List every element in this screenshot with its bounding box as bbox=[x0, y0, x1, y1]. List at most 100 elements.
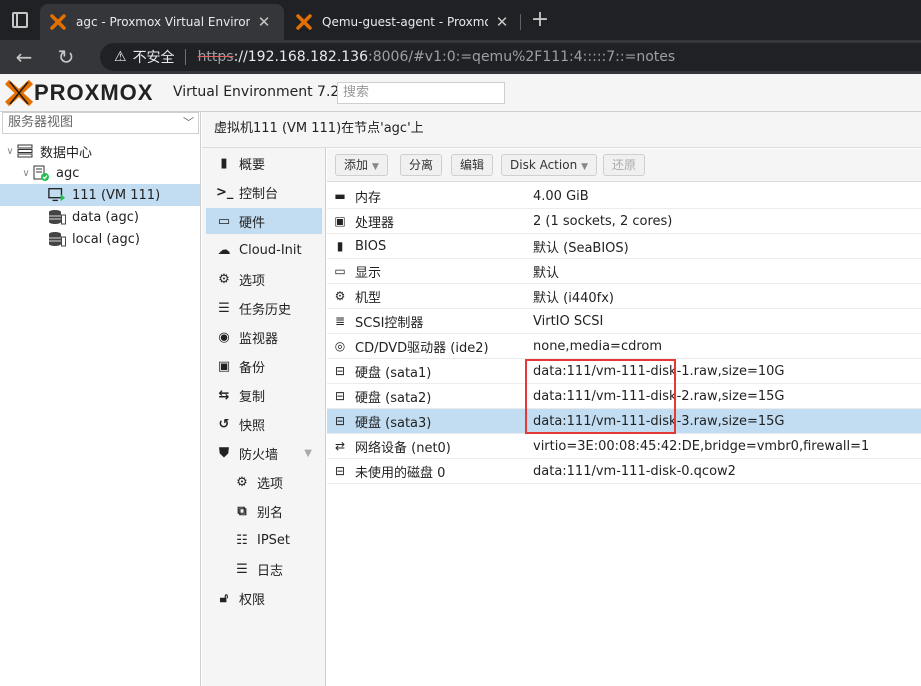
tree-item-label: agc bbox=[56, 165, 80, 181]
hardware-value: 默认 (i440fx) bbox=[533, 290, 614, 306]
proxmox-x-logo-icon bbox=[4, 80, 34, 106]
nav-item-firewall-alias[interactable]: ⧉ 别名 bbox=[206, 498, 322, 524]
url-path: :8006/#v1:0:=qemu%2F111:4:::::7::=notes bbox=[368, 49, 676, 65]
collapse-arrow-icon[interactable]: ∨ bbox=[20, 168, 32, 179]
hardware-key: 机型 bbox=[355, 290, 382, 306]
hardware-key: BIOS bbox=[355, 238, 387, 254]
tree-item-storage-data[interactable]: data (agc) bbox=[0, 206, 200, 228]
hardware-row-cpu[interactable]: ▣ 处理器 2 (1 sockets, 2 cores) bbox=[327, 209, 921, 234]
vm-config-nav: ▮ 概要 >_ 控制台 ▭ 硬件 ☁ Cloud-Init ⚙ 选项 ☰ 任务历… bbox=[202, 148, 326, 686]
url-field[interactable]: ⚠ 不安全 https://192.168.182.136:8006/#v1:0… bbox=[100, 43, 921, 71]
tree-item-datacenter[interactable]: ∨ 数据中心 bbox=[0, 140, 200, 162]
add-button[interactable]: 添加 ▼ bbox=[335, 154, 388, 176]
browser-tab-active[interactable]: agc - Proxmox Virtual Environment ✕ bbox=[40, 4, 284, 40]
unlock-icon: 🔓︎ bbox=[219, 590, 229, 606]
nav-item-summary[interactable]: ▮ 概要 bbox=[206, 150, 322, 176]
eye-icon: ◉ bbox=[218, 329, 230, 345]
memory-icon: ▬ bbox=[334, 189, 346, 203]
list-icon: ☰ bbox=[236, 561, 248, 577]
logo-text: PROXMOX bbox=[34, 80, 154, 105]
hardware-value: VirtIO SCSI bbox=[533, 313, 604, 329]
nav-item-snapshots[interactable]: ↺ 快照 bbox=[206, 411, 322, 437]
gear-icon: ⚙ bbox=[218, 271, 230, 287]
external-link-icon: ⧉ bbox=[237, 503, 247, 519]
revert-button[interactable]: 还原 bbox=[603, 154, 646, 176]
nav-item-firewall-ipset[interactable]: ☷ IPSet bbox=[206, 527, 322, 553]
hardware-row-network[interactable]: ⇄ 网络设备 (net0) virtio=3E:00:08:45:42:DE,b… bbox=[327, 434, 921, 459]
nav-item-firewall-options[interactable]: ⚙ 选项 bbox=[206, 469, 322, 495]
omnibox-divider bbox=[184, 49, 186, 65]
nav-item-label: 别名 bbox=[257, 505, 284, 521]
tree-item-label: local (agc) bbox=[72, 231, 140, 247]
new-tab-icon[interactable]: + bbox=[528, 8, 552, 32]
hardware-key: 硬盘 (sata3) bbox=[355, 415, 432, 431]
security-status[interactable]: 不安全 bbox=[133, 47, 175, 67]
back-arrow-icon[interactable]: ← bbox=[10, 44, 38, 72]
hardware-value: virtio=3E:00:08:45:42:DE,bridge=vmbr0,fi… bbox=[533, 438, 870, 454]
list-ol-icon: ☷ bbox=[236, 532, 248, 548]
hardware-grid: ▬ 内存 4.00 GiB ▣ 处理器 2 (1 sockets, 2 core… bbox=[327, 184, 921, 484]
nav-item-label: 权限 bbox=[239, 592, 266, 608]
reload-icon[interactable]: ↻ bbox=[52, 44, 80, 72]
floppy-icon: ▣ bbox=[217, 358, 231, 374]
monitor-icon: ▭ bbox=[217, 213, 231, 229]
hardware-toolbar: 添加 ▼ 分离 编辑 Disk Action ▼ 还原 bbox=[327, 149, 921, 182]
product-version: Virtual Environment 7.2-3 bbox=[173, 84, 354, 100]
nav-item-label: 防火墙 bbox=[239, 447, 279, 463]
detach-button[interactable]: 分离 bbox=[400, 154, 443, 176]
collapse-arrow-icon[interactable]: ▼ bbox=[304, 448, 312, 459]
hardware-row-machine[interactable]: ⚙ 机型 默认 (i440fx) bbox=[327, 284, 921, 309]
retweet-icon: ⇆ bbox=[218, 387, 230, 403]
nav-item-monitor[interactable]: ◉ 监视器 bbox=[206, 324, 322, 350]
edit-button[interactable]: 编辑 bbox=[451, 154, 494, 176]
node-online-icon bbox=[32, 165, 50, 181]
hardware-value: 默认 bbox=[533, 265, 560, 281]
browser-tab-inactive[interactable]: Qemu-guest-agent - Proxmox VE ✕ bbox=[286, 4, 522, 40]
nav-item-cloud-init[interactable]: ☁ Cloud-Init bbox=[206, 237, 322, 263]
server-icon bbox=[16, 143, 34, 159]
tree-item-node[interactable]: ∨ agc bbox=[0, 162, 200, 184]
nav-item-task-history[interactable]: ☰ 任务历史 bbox=[206, 295, 322, 321]
collapse-arrow-icon[interactable]: ∨ bbox=[4, 146, 16, 157]
hardware-row-unused-disk[interactable]: ⊟ 未使用的磁盘 0 data:111/vm-111-disk-0.qcow2 bbox=[327, 459, 921, 484]
tree-item-vm[interactable]: 111 (VM 111) bbox=[0, 184, 200, 206]
nav-item-permissions[interactable]: 🔓︎ 权限 bbox=[206, 585, 322, 611]
nav-item-console[interactable]: >_ 控制台 bbox=[206, 179, 322, 205]
history-icon: ↺ bbox=[218, 416, 230, 432]
tab-actions-icon[interactable] bbox=[12, 12, 28, 28]
search-input[interactable]: 搜索 bbox=[337, 82, 505, 104]
hardware-key: 内存 bbox=[355, 190, 382, 206]
cogs-icon: ⚙ bbox=[334, 289, 346, 303]
nav-item-label: 任务历史 bbox=[239, 302, 292, 318]
add-button-label: 添加 bbox=[344, 158, 369, 172]
gear-icon: ⚙ bbox=[236, 474, 248, 490]
nav-item-options[interactable]: ⚙ 选项 bbox=[206, 266, 322, 292]
hardware-row-scsi-controller[interactable]: ≣ SCSI控制器 VirtIO SCSI bbox=[327, 309, 921, 334]
hardware-row-bios[interactable]: ▮ BIOS 默认 (SeaBIOS) bbox=[327, 234, 921, 259]
disk-action-button[interactable]: Disk Action ▼ bbox=[501, 154, 598, 176]
nav-item-label: 快照 bbox=[239, 418, 266, 434]
hardware-row-display[interactable]: ▭ 显示 默认 bbox=[327, 259, 921, 284]
hardware-value: 默认 (SeaBIOS) bbox=[533, 240, 629, 256]
nav-item-hardware[interactable]: ▭ 硬件 bbox=[206, 208, 322, 234]
nav-item-label: IPSet bbox=[257, 532, 291, 548]
annotation-highlight-box bbox=[525, 359, 676, 434]
nav-item-firewall-log[interactable]: ☰ 日志 bbox=[206, 556, 322, 582]
tree-item-storage-local[interactable]: local (agc) bbox=[0, 228, 200, 250]
book-icon: ▮ bbox=[220, 155, 228, 171]
close-tab-icon[interactable]: ✕ bbox=[492, 13, 512, 31]
view-selector[interactable]: 服务器视图 ﹀ bbox=[2, 112, 199, 134]
hardware-row-cdrom[interactable]: ◎ CD/DVD驱动器 (ide2) none,media=cdrom bbox=[327, 334, 921, 359]
nav-item-label: 选项 bbox=[257, 476, 284, 492]
nav-item-backup[interactable]: ▣ 备份 bbox=[206, 353, 322, 379]
edit-button-label: 编辑 bbox=[460, 158, 485, 172]
close-tab-icon[interactable]: ✕ bbox=[254, 13, 274, 31]
hardware-value: 2 (1 sockets, 2 cores) bbox=[533, 213, 673, 229]
url-host: ://192.168.182.136 bbox=[233, 49, 368, 65]
warning-triangle-icon[interactable]: ⚠ bbox=[114, 49, 127, 65]
nav-item-replication[interactable]: ⇆ 复制 bbox=[206, 382, 322, 408]
hdd-icon: ⊟ bbox=[334, 464, 346, 478]
nav-item-firewall[interactable]: ⛊ 防火墙 ▼ bbox=[206, 440, 322, 466]
hdd-icon: ⊟ bbox=[334, 364, 346, 378]
hardware-row-memory[interactable]: ▬ 内存 4.00 GiB bbox=[327, 184, 921, 209]
